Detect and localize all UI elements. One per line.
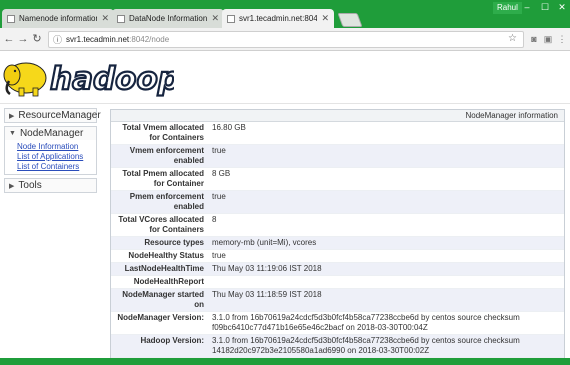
row-key: NodeHealthy Status <box>128 251 204 260</box>
table-row: Pmem enforcement enabled true <box>111 191 564 214</box>
row-value: memory-mb (unit=Mi), vcores <box>212 238 317 247</box>
list-of-containers-link[interactable]: List of Containers <box>17 162 96 172</box>
row-key: Resource types <box>144 238 204 247</box>
minimize-icon[interactable]: – <box>518 0 536 14</box>
row-key: Total Vmem allocated for Containers <box>122 123 204 142</box>
url-path: :8042/node <box>129 35 170 44</box>
sidebar-section-nodemanager[interactable]: ▼ NodeManager Node Information List of A… <box>4 126 97 175</box>
table-row: NodeHealthy Status true <box>111 250 564 263</box>
row-value: Thu May 03 11:19:06 IST 2018 <box>212 264 322 273</box>
row-value: 16.80 GB <box>212 123 246 132</box>
row-key: LastNodeHealthTime <box>124 264 204 273</box>
triangle-down-icon: ▼ <box>9 130 16 137</box>
page-icon <box>117 14 125 23</box>
row-value: true <box>212 192 226 201</box>
table-row: Total VCores allocated for Containers 8 <box>111 214 564 237</box>
tab-datanode-information[interactable]: DataNode Information ✕ <box>112 9 224 28</box>
window-close-icon[interactable]: ✕ <box>553 0 570 14</box>
tab-label: svr1.tecadmin.net:8042/n <box>239 14 318 23</box>
row-key: Total Pmem allocated for Container <box>122 169 204 188</box>
reload-icon[interactable]: ↻ <box>30 32 44 46</box>
page-icon <box>227 14 235 23</box>
address-bar[interactable]: ⓘ svr1.tecadmin.net :8042/node ☆ <box>48 31 524 48</box>
tab-label: Namenode information <box>19 14 98 23</box>
extension-icon[interactable]: ▣ <box>542 33 554 45</box>
row-key: NodeManager started on <box>122 290 204 309</box>
table-row: NodeManager Version: 3.1.0 from 16b70619a… <box>111 312 564 335</box>
row-key: NodeManager Version: <box>117 313 204 322</box>
info-table: Total Vmem allocated for Containers 16.80… <box>111 122 564 358</box>
tab-namenode-information[interactable]: Namenode information ✕ <box>2 9 114 28</box>
row-key: Hadoop Version: <box>140 336 204 345</box>
row-value <box>208 276 564 288</box>
row-value: 3.1.0 from 16b70619a24cdcf5d3b0fcf4b58ca… <box>212 313 520 332</box>
nodemanager-links: Node Information List of Applications Li… <box>5 140 96 174</box>
list-of-applications-link[interactable]: List of Applications <box>17 152 96 162</box>
row-value: true <box>212 146 226 155</box>
window-bottom-border <box>0 358 570 365</box>
row-value: Thu May 03 11:18:59 IST 2018 <box>212 290 322 299</box>
close-icon[interactable]: ✕ <box>101 13 109 24</box>
close-icon[interactable]: ✕ <box>211 13 219 24</box>
browser-titlebar: Namenode information ✕ DataNode Informat… <box>0 0 570 28</box>
sidebar-nav: ▶ ResourceManager ▼ NodeManager Node Inf… <box>4 108 101 196</box>
new-tab-button[interactable] <box>337 13 363 27</box>
bookmark-star-icon[interactable]: ☆ <box>508 33 517 44</box>
sidebar-section-resourcemanager[interactable]: ▶ ResourceManager <box>4 108 101 123</box>
back-arrow-icon[interactable]: ← <box>2 32 16 46</box>
row-key: NodeHealthReport <box>133 277 204 286</box>
row-value: 8 <box>212 215 217 224</box>
url-host: svr1.tecadmin.net <box>66 35 130 44</box>
table-row: Vmem enforcement enabled true <box>111 145 564 168</box>
info-icon[interactable]: ⓘ <box>53 33 62 46</box>
tab-nodemanager[interactable]: svr1.tecadmin.net:8042/n ✕ <box>222 9 334 28</box>
row-value: 3.1.0 from 16b70619a24cdcf5d3b0fcf4b58ca… <box>212 336 520 355</box>
forward-arrow-icon[interactable]: → <box>16 32 30 46</box>
table-row: LastNodeHealthTime Thu May 03 11:19:06 IS… <box>111 263 564 276</box>
table-row: Resource types memory-mb (unit=Mi), vcore… <box>111 237 564 250</box>
row-key: Total VCores allocated for Containers <box>118 215 204 234</box>
panel-title: NodeManager information <box>111 110 564 122</box>
page-icon <box>7 14 15 23</box>
sidebar-section-label: Tools <box>18 180 42 191</box>
triangle-right-icon: ▶ <box>9 182 15 190</box>
row-key: Pmem enforcement enabled <box>129 192 204 211</box>
nodemanager-info-panel: NodeManager information Total Vmem alloc… <box>110 109 565 359</box>
logo-text: hadoop <box>50 61 174 97</box>
header-divider <box>0 103 570 104</box>
triangle-right-icon: ▶ <box>9 112 15 120</box>
table-row: Total Vmem allocated for Containers 16.80… <box>111 122 564 145</box>
sidebar-section-label: NodeManager <box>19 128 84 139</box>
maximize-icon[interactable]: ☐ <box>536 0 554 14</box>
row-value: 8 GB <box>212 169 231 178</box>
row-value: true <box>212 251 226 260</box>
menu-icon[interactable]: ⋮ <box>556 33 568 45</box>
hadoop-logo[interactable]: hadoop <box>2 54 174 100</box>
table-row: NodeManager started on Thu May 03 11:18:5… <box>111 289 564 312</box>
row-key: Vmem enforcement enabled <box>129 146 204 165</box>
sidebar-section-label: ResourceManager <box>18 110 101 121</box>
node-information-link[interactable]: Node Information <box>17 142 96 152</box>
table-row: NodeHealthReport <box>111 276 564 289</box>
table-row: Total Pmem allocated for Container 8 GB <box>111 168 564 191</box>
sidebar-section-tools[interactable]: ▶ Tools <box>4 178 97 193</box>
tab-label: DataNode Information <box>129 14 208 23</box>
extension-icon[interactable]: ◙ <box>528 33 540 45</box>
table-row: Hadoop Version: 3.1.0 from 16b70619a24cdc… <box>111 335 564 358</box>
browser-toolbar: ← → ↻ ⓘ svr1.tecadmin.net :8042/node ☆ ◙… <box>0 28 570 51</box>
close-icon[interactable]: ✕ <box>321 13 329 24</box>
